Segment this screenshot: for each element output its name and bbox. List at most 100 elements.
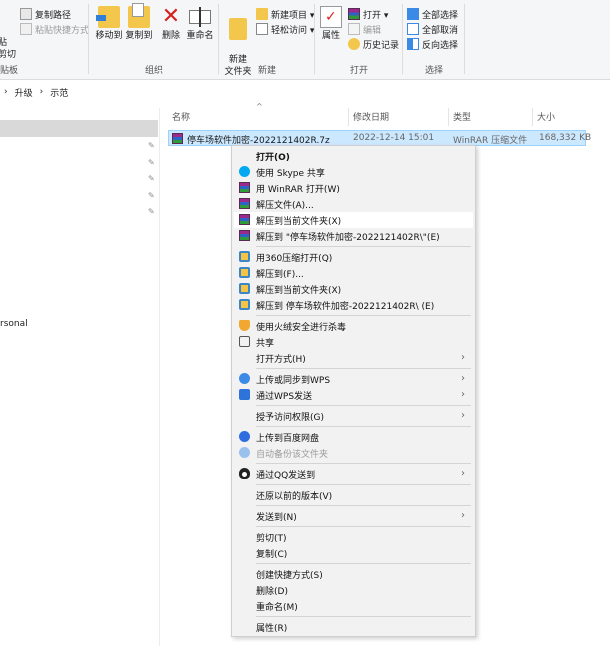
pin-icon[interactable]: ✎: [148, 159, 156, 167]
new-folder-icon: [229, 18, 247, 40]
baidu-netdisk-icon: [239, 447, 250, 458]
rename-button[interactable]: 重命名: [184, 6, 216, 42]
column-header-modified[interactable]: 修改日期: [353, 110, 389, 126]
address-bar[interactable]: › 升级 › 示范: [0, 82, 610, 102]
cut-button[interactable]: 剪切: [0, 46, 16, 60]
clipboard-group: 贴 剪切 复制路径 粘贴快捷方式 贴板: [0, 0, 90, 80]
select-group: 全部选择 全部取消 反向选择 选择: [404, 0, 464, 80]
menu-skype-share[interactable]: 使用 Skype 共享: [234, 164, 473, 180]
menu-separator: [256, 405, 471, 406]
menu-separator: [256, 315, 471, 316]
organize-group-label: 组织: [144, 66, 163, 76]
select-none-button[interactable]: 全部取消: [407, 22, 458, 36]
ribbon-divider: [88, 4, 89, 74]
copy-path-icon: [20, 8, 32, 20]
submenu-arrow-icon: ›: [461, 510, 465, 521]
skype-icon: [239, 166, 250, 177]
navigation-pane: ✎ ✎ ✎ ✎ ✎ rsonal: [0, 108, 160, 646]
open-label: 打开 ▾: [363, 10, 389, 21]
menu-copy[interactable]: 复制(C): [234, 545, 473, 561]
move-to-button[interactable]: 移动到: [94, 6, 124, 42]
pin-icon[interactable]: ✎: [148, 208, 156, 216]
menu-open[interactable]: 打开(O): [234, 148, 473, 164]
file-modified: 2022-12-14 15:01: [353, 133, 435, 143]
menu-separator: [256, 426, 471, 427]
paste-shortcut-button[interactable]: 粘贴快捷方式: [20, 22, 89, 36]
menu-winrar-extract-here[interactable]: 解压到当前文件夹(X): [234, 212, 473, 228]
sort-ascending-icon: ^: [256, 102, 263, 111]
edit-icon: [348, 23, 360, 35]
menu-huorong-scan[interactable]: 使用火绒安全进行杀毒: [234, 318, 473, 334]
menu-delete[interactable]: 删除(D): [234, 582, 473, 598]
easy-access-icon: [256, 23, 268, 35]
properties-icon: ✓: [320, 6, 342, 28]
open-group: ✓ 属性 打开 ▾ 编辑 历史记录 打开: [316, 0, 402, 80]
submenu-arrow-icon: ›: [461, 410, 465, 421]
properties-button[interactable]: ✓ 属性: [318, 6, 344, 42]
menu-wps-upload[interactable]: 上传或同步到WPS ›: [234, 371, 473, 387]
invert-selection-button[interactable]: 反向选择: [407, 37, 458, 51]
column-header-type[interactable]: 类型: [453, 110, 471, 126]
menu-cut[interactable]: 剪切(T): [234, 529, 473, 545]
menu-winrar-extract-files[interactable]: 解压文件(A)...: [234, 196, 473, 212]
copy-path-button[interactable]: 复制路径: [20, 7, 71, 21]
breadcrumb-demo[interactable]: 示范: [50, 86, 68, 99]
menu-qq-send[interactable]: 通过QQ发送到 ›: [234, 466, 473, 482]
copy-path-label: 复制路径: [35, 10, 72, 21]
column-divider[interactable]: [532, 108, 533, 126]
easy-access-button[interactable]: 轻松访问 ▾: [256, 22, 314, 36]
nav-selected-item[interactable]: [0, 120, 158, 137]
menu-properties[interactable]: 属性(R): [234, 619, 473, 635]
edit-button[interactable]: 编辑: [348, 22, 381, 36]
menu-rename[interactable]: 重命名(M): [234, 598, 473, 614]
column-header-name[interactable]: 名称: [172, 110, 190, 126]
menu-open-with[interactable]: 打开方式(H) ›: [234, 350, 473, 366]
new-group: 新建 文件夹 新建项目 ▾ 轻松访问 ▾ 新建: [220, 0, 314, 80]
breadcrumb-upgrade[interactable]: 升级: [15, 86, 33, 99]
menu-restore-previous[interactable]: 还原以前的版本(V): [234, 487, 473, 503]
select-all-button[interactable]: 全部选择: [407, 7, 458, 21]
menu-winrar-open[interactable]: 用 WinRAR 打开(W): [234, 180, 473, 196]
menu-send-to[interactable]: 发送到(N) ›: [234, 508, 473, 524]
menu-360-extract-here[interactable]: 解压到当前文件夹(X): [234, 281, 473, 297]
new-item-button[interactable]: 新建项目 ▾: [256, 7, 314, 21]
column-divider[interactable]: [448, 108, 449, 126]
pin-icon[interactable]: ✎: [148, 175, 156, 183]
history-button[interactable]: 历史记录: [348, 37, 399, 51]
file-row-selected[interactable]: 停车场软件加密-2022121402R.7z 2022-12-14 15:01 …: [168, 130, 591, 146]
pin-icon[interactable]: ✎: [148, 142, 156, 150]
menu-baidu-upload[interactable]: 上传到百度网盘: [234, 429, 473, 445]
ribbon-divider: [314, 4, 315, 74]
copy-to-button[interactable]: 复制到: [124, 3, 154, 42]
menu-winrar-extract-to-folder[interactable]: 解压到 "停车场软件加密-2022121402R\"(E): [234, 228, 473, 244]
menu-create-shortcut[interactable]: 创建快捷方式(S): [234, 566, 473, 582]
menu-360-extract-to-folder[interactable]: 解压到 停车场软件加密-2022121402R\ (E): [234, 297, 473, 313]
menu-separator: [256, 246, 471, 247]
delete-button[interactable]: ✕ 删除: [158, 6, 184, 42]
cut-label: 剪切: [0, 49, 17, 60]
ribbon-divider: [402, 4, 403, 74]
context-menu: 打开(O) 使用 Skype 共享 用 WinRAR 打开(W) 解压文件(A)…: [231, 145, 476, 637]
menu-wps-send[interactable]: 通过WPS发送 ›: [234, 387, 473, 403]
open-button[interactable]: 打开 ▾: [348, 7, 388, 21]
huorong-shield-icon: [239, 320, 250, 331]
menu-share[interactable]: 共享: [234, 334, 473, 350]
paste-shortcut-label: 粘贴快捷方式: [35, 25, 90, 36]
history-label: 历史记录: [363, 40, 400, 51]
column-header-size[interactable]: 大小: [537, 110, 555, 126]
360zip-icon: [239, 267, 250, 278]
new-item-icon: [256, 8, 268, 20]
breadcrumb-arrow[interactable]: ›: [4, 87, 8, 97]
nav-item-personal[interactable]: rsonal: [0, 319, 28, 329]
pin-icon[interactable]: ✎: [148, 192, 156, 200]
properties-label: 属性: [321, 31, 340, 41]
menu-360-extract-to[interactable]: 解压到(F)...: [234, 265, 473, 281]
share-icon: [239, 336, 250, 347]
menu-360-open[interactable]: 用360压缩打开(Q): [234, 249, 473, 265]
column-divider[interactable]: [348, 108, 349, 126]
paste-shortcut-icon: [20, 23, 32, 35]
menu-baidu-auto-backup[interactable]: 自动备份该文件夹: [234, 445, 473, 461]
file-size: 168,332 KB: [539, 133, 592, 143]
wps-send-icon: [239, 389, 250, 400]
menu-grant-access[interactable]: 授予访问权限(G) ›: [234, 408, 473, 424]
